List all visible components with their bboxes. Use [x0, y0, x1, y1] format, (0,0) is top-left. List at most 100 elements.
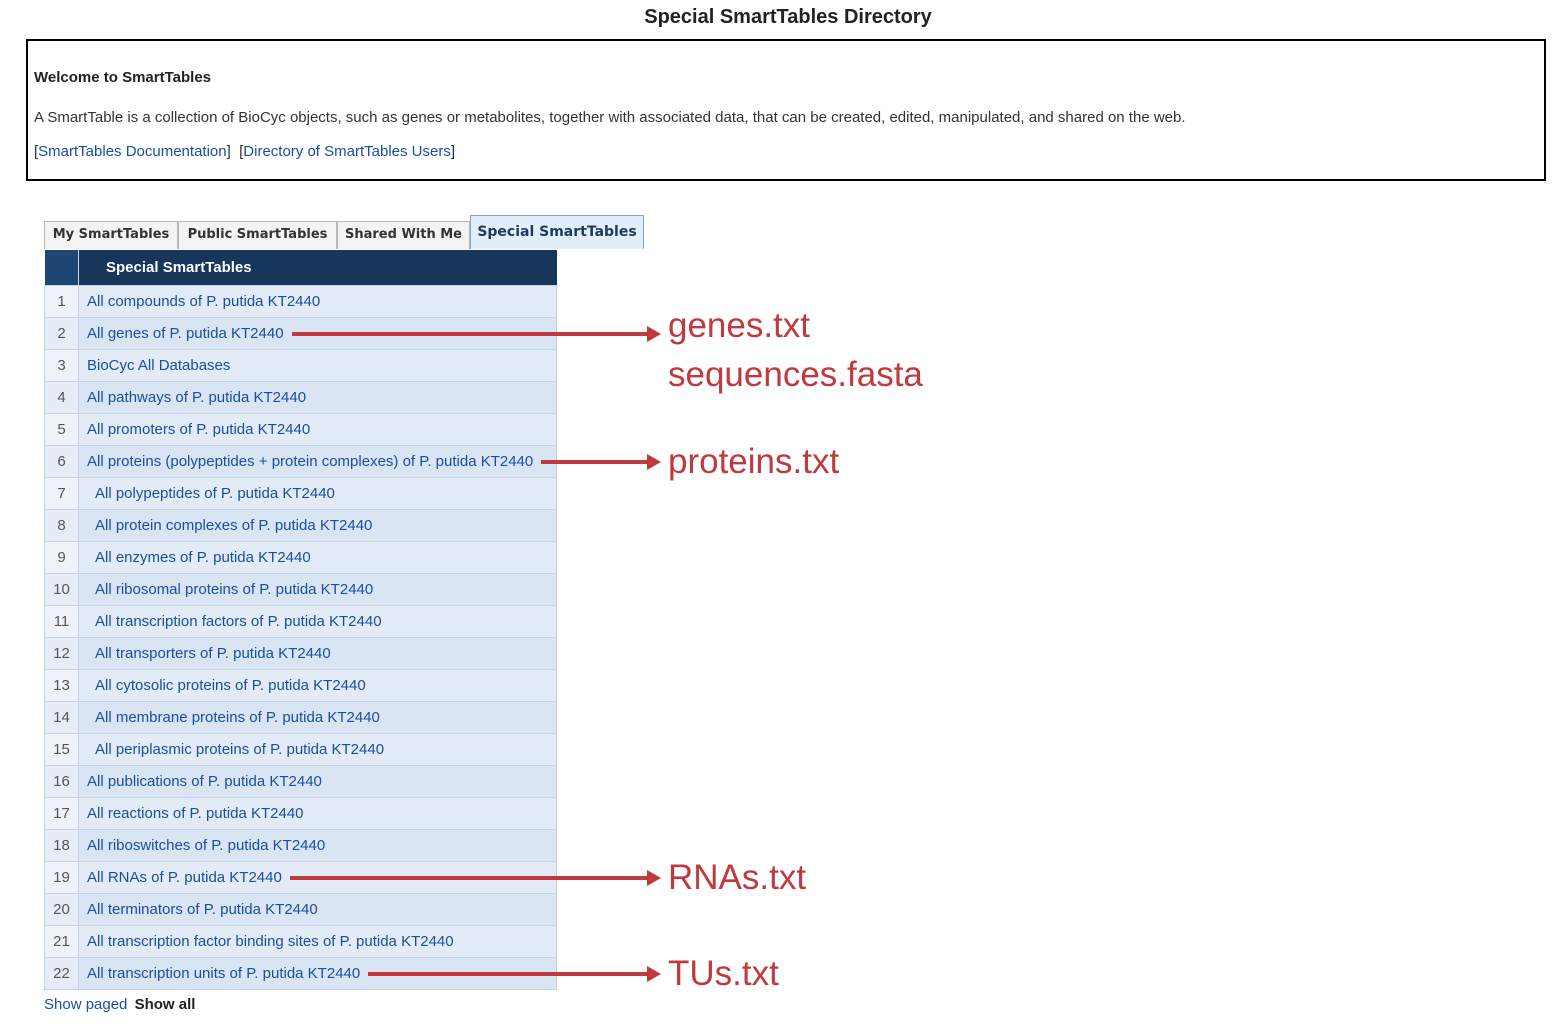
- row-number: 12: [44, 637, 79, 670]
- smarttable-link[interactable]: All enzymes of P. putida KT2440: [95, 549, 311, 566]
- smarttable-link[interactable]: All transcription factors of P. putida K…: [95, 613, 382, 630]
- row-cell: All terminators of P. putida KT2440: [78, 893, 557, 926]
- welcome-description: A SmartTable is a collection of BioCyc o…: [34, 109, 1186, 126]
- smarttable-link[interactable]: All compounds of P. putida KT2440: [87, 293, 320, 310]
- smarttable-link[interactable]: All RNAs of P. putida KT2440: [87, 869, 282, 886]
- page-title: Special SmartTables Directory: [644, 6, 932, 28]
- smarttable-link[interactable]: All protein complexes of P. putida KT244…: [95, 517, 372, 534]
- table-row: 6 All proteins (polypeptides + protein co…: [44, 445, 557, 478]
- row-number: 11: [44, 605, 79, 638]
- annotation-label: proteins.txt: [668, 442, 840, 481]
- row-cell: All ribosomal proteins of P. putida KT24…: [78, 573, 557, 606]
- smarttable-link[interactable]: All pathways of P. putida KT2440: [87, 389, 306, 406]
- row-number: 15: [44, 733, 79, 766]
- row-number: 20: [44, 893, 79, 926]
- row-cell: All compounds of P. putida KT2440: [78, 285, 557, 318]
- table-row: 10 All ribosomal proteins of P. putida KT…: [44, 573, 557, 606]
- smarttable-link[interactable]: All transcription factor binding sites o…: [87, 933, 454, 950]
- row-cell: All proteins (polypeptides + protein com…: [78, 445, 557, 478]
- row-cell: BioCyc All Databases: [78, 349, 557, 382]
- table-header-row: Special SmartTables: [44, 250, 557, 286]
- row-number: 21: [44, 925, 79, 958]
- smarttable-link[interactable]: BioCyc All Databases: [87, 357, 230, 374]
- table-row: 16 All publications of P. putida KT2440: [44, 765, 557, 798]
- table-row: 7 All polypeptides of P. putida KT2440: [44, 477, 557, 510]
- table-row: 14 All membrane proteins of P. putida KT2…: [44, 701, 557, 734]
- row-cell: All enzymes of P. putida KT2440: [78, 541, 557, 574]
- row-cell: All polypeptides of P. putida KT2440: [78, 477, 557, 510]
- row-number: 8: [44, 509, 79, 542]
- row-number: 7: [44, 477, 79, 510]
- bracket: ]: [450, 143, 456, 160]
- table-row: 2 All genes of P. putida KT2440: [44, 317, 557, 350]
- annotation-label: sequences.fasta: [668, 355, 923, 394]
- annotation-label: genes.txt: [668, 306, 811, 345]
- row-number: 13: [44, 669, 79, 702]
- row-number: 14: [44, 701, 79, 734]
- row-cell: All cytosolic proteins of P. putida KT24…: [78, 669, 557, 702]
- row-cell: All transcription factor binding sites o…: [78, 925, 557, 958]
- row-number: 19: [44, 861, 79, 894]
- table-row: 11 All transcription factors of P. putida…: [44, 605, 557, 638]
- row-number: 9: [44, 541, 79, 574]
- row-number: 4: [44, 381, 79, 414]
- smarttable-link[interactable]: All reactions of P. putida KT2440: [87, 805, 304, 822]
- smarttable-link[interactable]: All transporters of P. putida KT2440: [95, 645, 331, 662]
- table-row: 17 All reactions of P. putida KT2440: [44, 797, 557, 830]
- table-row: 1 All compounds of P. putida KT2440: [44, 285, 557, 318]
- row-cell: All genes of P. putida KT2440: [78, 317, 557, 350]
- show-all-link[interactable]: Show all: [135, 996, 196, 1013]
- smarttable-link[interactable]: All promoters of P. putida KT2440: [87, 421, 310, 438]
- smarttable-link[interactable]: All genes of P. putida KT2440: [87, 325, 284, 342]
- smarttable-link[interactable]: All membrane proteins of P. putida KT244…: [95, 709, 380, 726]
- table-row: 18 All riboswitches of P. putida KT2440: [44, 829, 557, 862]
- table-row: 5 All promoters of P. putida KT2440: [44, 413, 557, 446]
- tab-public-smarttables[interactable]: Public SmartTables: [178, 221, 337, 249]
- welcome-box: Welcome to SmartTables A SmartTable is a…: [26, 39, 1546, 181]
- bracket: ] [: [226, 143, 244, 160]
- table-row: 19 All RNAs of P. putida KT2440: [44, 861, 557, 894]
- row-number: 17: [44, 797, 79, 830]
- smarttable-link[interactable]: All riboswitches of P. putida KT2440: [87, 837, 325, 854]
- smarttable-link[interactable]: All polypeptides of P. putida KT2440: [95, 485, 335, 502]
- smarttable-link[interactable]: All terminators of P. putida KT2440: [87, 901, 318, 918]
- annotation-label: TUs.txt: [668, 954, 779, 993]
- table-row: 3 BioCyc All Databases: [44, 349, 557, 382]
- row-number: 22: [44, 957, 79, 990]
- table-row: 4 All pathways of P. putida KT2440: [44, 381, 557, 414]
- welcome-title: Welcome to SmartTables: [34, 69, 211, 86]
- show-paged-link[interactable]: Show paged: [44, 996, 127, 1013]
- annotation-arrowhead: [647, 966, 661, 982]
- row-cell: All protein complexes of P. putida KT244…: [78, 509, 557, 542]
- smarttables-documentation-link[interactable]: SmartTables Documentation: [38, 143, 226, 160]
- smarttable-link[interactable]: All publications of P. putida KT2440: [87, 773, 322, 790]
- smarttable-link[interactable]: All transcription units of P. putida KT2…: [87, 965, 360, 982]
- row-cell: All publications of P. putida KT2440: [78, 765, 557, 798]
- annotation-arrowhead: [647, 326, 661, 342]
- table-row: 8 All protein complexes of P. putida KT24…: [44, 509, 557, 542]
- pagination-controls: Show paged Show all: [44, 996, 195, 1013]
- tab-special-smarttables[interactable]: Special SmartTables: [470, 215, 644, 249]
- row-number: 6: [44, 445, 79, 478]
- smarttable-link[interactable]: All periplasmic proteins of P. putida KT…: [95, 741, 384, 758]
- table-header[interactable]: Special SmartTables: [78, 250, 557, 286]
- row-number: 2: [44, 317, 79, 350]
- row-number: 10: [44, 573, 79, 606]
- table-row: 12 All transporters of P. putida KT2440: [44, 637, 557, 670]
- smarttable-link[interactable]: All ribosomal proteins of P. putida KT24…: [95, 581, 373, 598]
- table-row: 21 All transcription factor binding sites…: [44, 925, 557, 958]
- row-number-header: [44, 250, 79, 286]
- tab-my-smarttables[interactable]: My SmartTables: [44, 221, 178, 249]
- special-smarttables-table: Special SmartTables 1 All compounds of P.…: [44, 250, 557, 990]
- annotation-arrowhead: [647, 454, 661, 470]
- table-row: 20 All terminators of P. putida KT2440: [44, 893, 557, 926]
- table-row: 13 All cytosolic proteins of P. putida KT…: [44, 669, 557, 702]
- smarttable-link[interactable]: All cytosolic proteins of P. putida KT24…: [95, 677, 366, 694]
- welcome-links: [SmartTables Documentation] [Directory o…: [34, 143, 455, 160]
- smarttable-link[interactable]: All proteins (polypeptides + protein com…: [87, 453, 533, 470]
- tab-shared-with-me[interactable]: Shared With Me: [337, 221, 470, 249]
- smarttables-users-link[interactable]: Directory of SmartTables Users: [243, 143, 451, 160]
- table-row: 15 All periplasmic proteins of P. putida …: [44, 733, 557, 766]
- row-cell: All periplasmic proteins of P. putida KT…: [78, 733, 557, 766]
- row-cell: All promoters of P. putida KT2440: [78, 413, 557, 446]
